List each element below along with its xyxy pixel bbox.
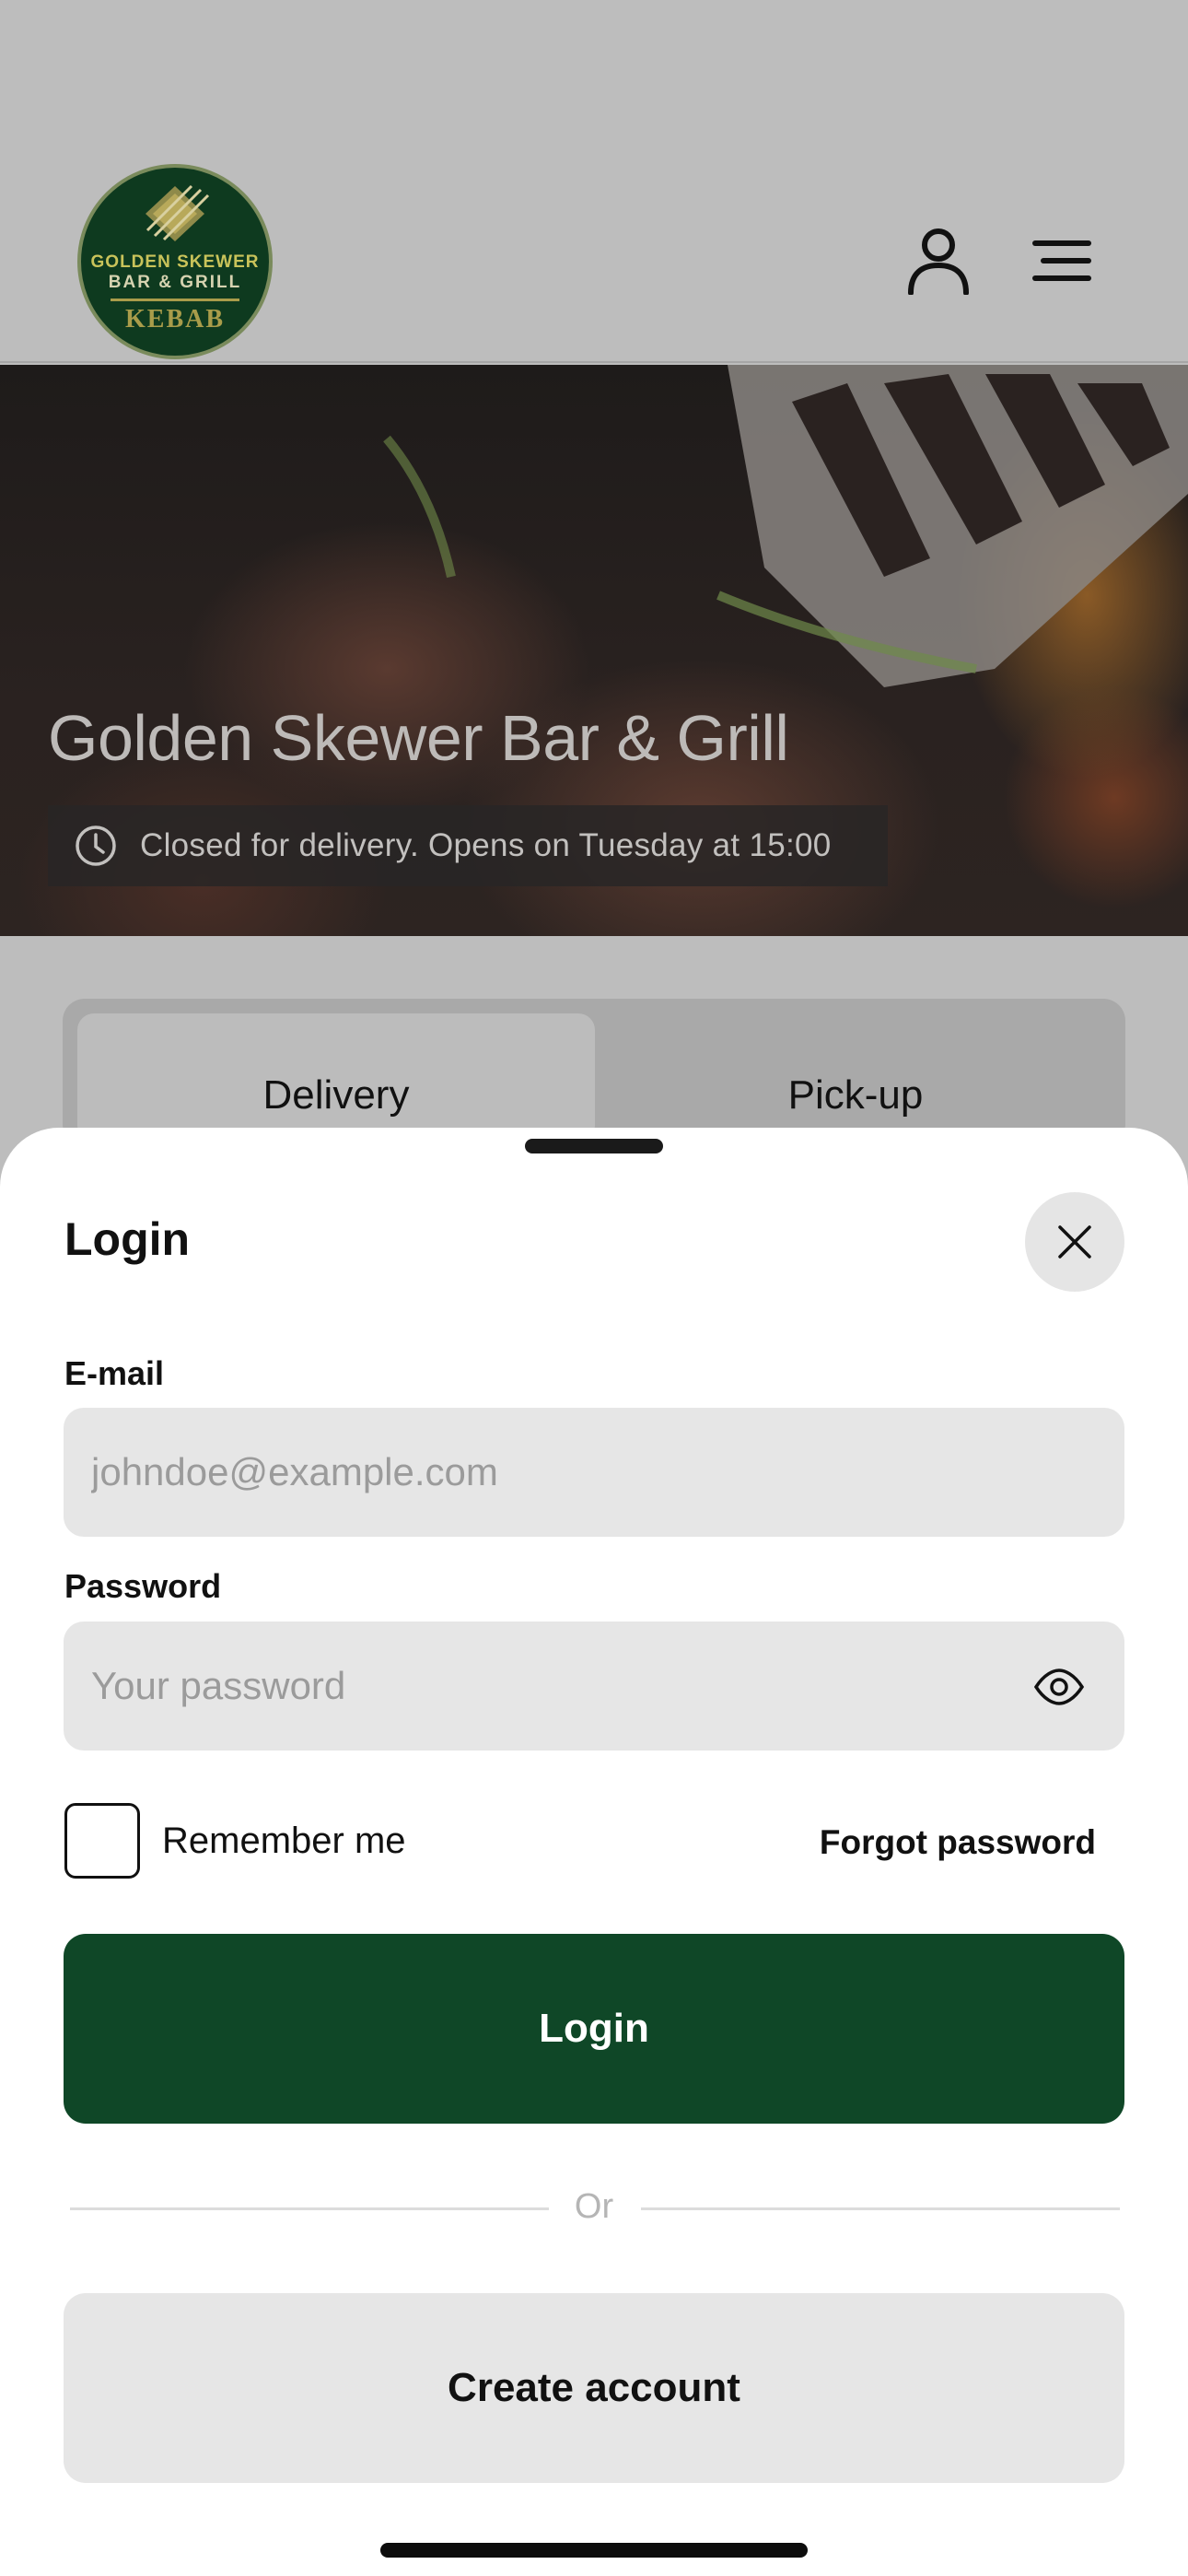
- sheet-grabber[interactable]: [525, 1139, 663, 1153]
- email-field[interactable]: [64, 1408, 1124, 1537]
- sheet-title: Login: [64, 1213, 191, 1265]
- email-label: E-mail: [64, 1354, 165, 1392]
- logo-line-2: BAR & GRILL: [108, 272, 242, 292]
- or-separator: Or: [574, 2187, 614, 2226]
- login-button[interactable]: Login: [64, 1934, 1124, 2124]
- clock-icon: [76, 825, 116, 866]
- close-button[interactable]: [1025, 1192, 1124, 1292]
- user-icon: [908, 228, 969, 295]
- restaurant-name: Golden Skewer Bar & Grill: [48, 702, 789, 774]
- logo-line-1: GOLDEN SKEWER: [90, 252, 260, 272]
- home-indicator[interactable]: [380, 2543, 808, 2558]
- eye-icon: [1033, 1669, 1085, 1705]
- login-sheet: Login E-mail Password Remember me Forgot…: [0, 1128, 1188, 2576]
- password-field[interactable]: [64, 1622, 1124, 1751]
- create-account-button[interactable]: Create account: [64, 2293, 1124, 2483]
- remember-me-checkbox[interactable]: [64, 1803, 140, 1879]
- divider-right: [641, 2207, 1120, 2210]
- site-header: GOLDEN SKEWER BAR & GRILL KEBAB: [0, 0, 1188, 363]
- show-password-button[interactable]: [1022, 1655, 1096, 1719]
- logo-divider: [111, 298, 239, 301]
- hero-banner: Golden Skewer Bar & Grill Closed for del…: [0, 365, 1188, 936]
- skewer-logo-icon: [146, 184, 210, 241]
- menu-icon: [1032, 240, 1091, 281]
- delivery-status-badge: Closed for delivery. Opens on Tuesday at…: [48, 805, 888, 886]
- page: GOLDEN SKEWER BAR & GRILL KEBAB Golden S…: [0, 0, 1188, 2576]
- password-label: Password: [64, 1567, 222, 1605]
- close-icon: [1058, 1225, 1091, 1259]
- account-button[interactable]: [903, 225, 974, 297]
- logo-line-3: KEBAB: [124, 304, 226, 334]
- menu-button[interactable]: [1026, 225, 1098, 297]
- restaurant-logo[interactable]: GOLDEN SKEWER BAR & GRILL KEBAB: [77, 164, 273, 359]
- forgot-password-link[interactable]: Forgot password: [820, 1823, 1096, 1862]
- remember-me-label[interactable]: Remember me: [162, 1821, 406, 1862]
- divider-left: [70, 2207, 549, 2210]
- delivery-status-text: Closed for delivery. Opens on Tuesday at…: [140, 827, 832, 863]
- order-type-tabs: Delivery Pick-up: [63, 999, 1125, 1146]
- tab-pickup[interactable]: Pick-up: [597, 1013, 1114, 1142]
- tab-delivery[interactable]: Delivery: [77, 1013, 595, 1142]
